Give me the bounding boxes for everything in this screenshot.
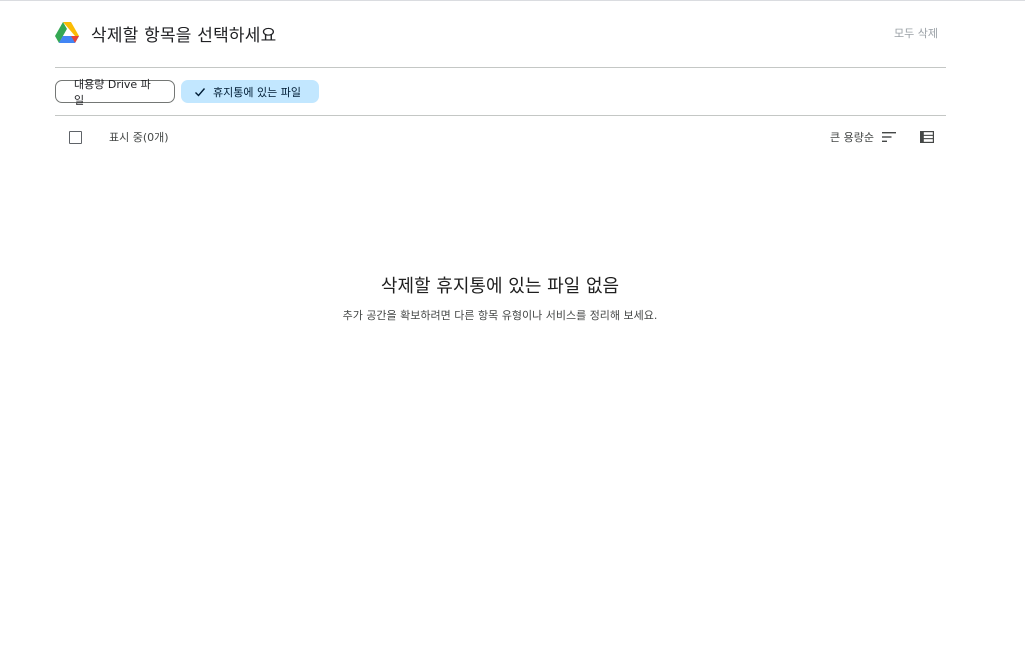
header-divider: [55, 67, 946, 68]
check-icon: [195, 87, 206, 97]
sort-label: 큰 용량순: [830, 131, 874, 144]
filters-divider: [55, 115, 946, 116]
select-all-checkbox[interactable]: [69, 130, 82, 144]
item-count-label: 표시 중(0개): [109, 131, 169, 144]
filter-chips: 대용량 Drive 파일 휴지통에 있는 파일: [55, 78, 319, 107]
top-divider: [0, 0, 1025, 1]
empty-state: 삭제할 휴지통에 있는 파일 없음 추가 공간을 확보하려면 다른 항목 유형이…: [0, 272, 1000, 323]
chip-trash-files[interactable]: 휴지통에 있는 파일: [181, 80, 319, 103]
google-drive-icon: [55, 22, 79, 43]
sort-button[interactable]: 큰 용량순: [830, 129, 896, 145]
empty-state-title: 삭제할 휴지통에 있는 파일 없음: [380, 276, 620, 297]
chip-label: 대용량 Drive 파일: [74, 77, 151, 107]
header: 삭제할 항목을 선택하세요 모두 삭제: [55, 20, 946, 46]
delete-all-button[interactable]: 모두 삭제: [894, 25, 938, 41]
chip-large-drive-files[interactable]: 대용량 Drive 파일: [55, 78, 175, 107]
page-title: 삭제할 항목을 선택하세요: [91, 25, 277, 46]
empty-state-subtitle: 추가 공간을 확보하려면 다른 항목 유형이나 서비스를 정리해 보세요.: [342, 309, 658, 322]
list-toolbar: 표시 중(0개) 큰 용량순: [55, 126, 946, 148]
chip-label: 휴지통에 있는 파일: [213, 85, 301, 99]
sort-icon: [882, 132, 896, 142]
list-view-icon[interactable]: [920, 131, 934, 143]
